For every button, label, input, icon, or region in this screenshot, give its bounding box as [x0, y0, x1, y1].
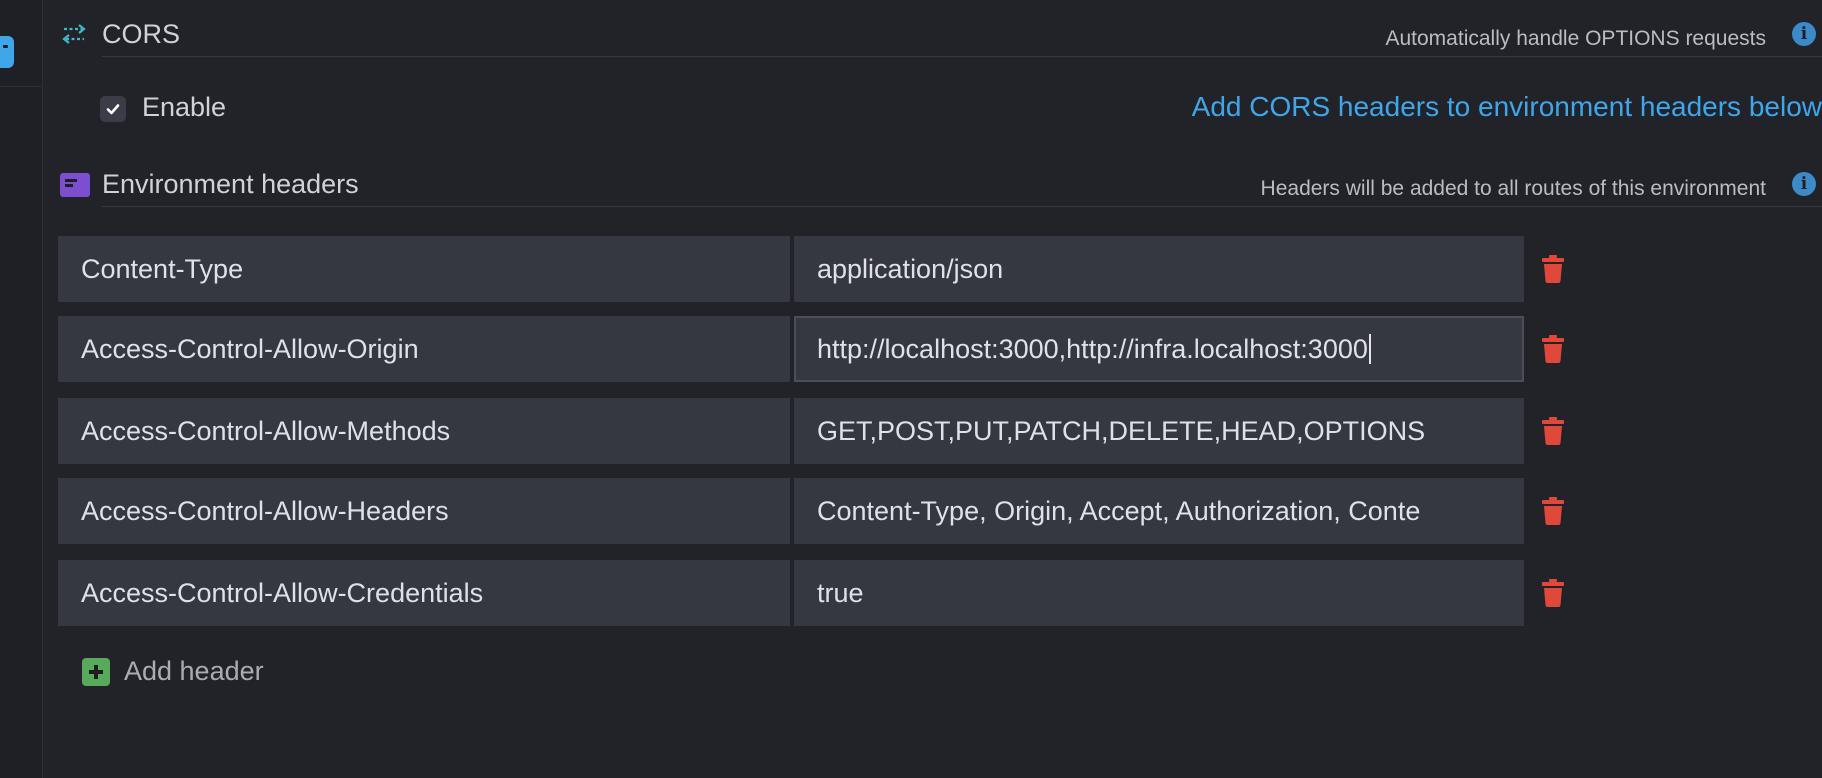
environment-settings-panel: CORS Automatically handle OPTIONS reques…: [42, 0, 1822, 778]
env-headers-section-header: Environment headers Headers will be adde…: [42, 166, 1822, 206]
env-headers-divider: [102, 206, 1822, 207]
cors-section-header: CORS Automatically handle OPTIONS reques…: [42, 16, 1822, 56]
header-name-input[interactable]: Access-Control-Allow-Headers: [58, 478, 790, 544]
trash-icon[interactable]: [1542, 335, 1564, 363]
header-name-input[interactable]: Content-Type: [58, 236, 790, 302]
header-value-input[interactable]: Content-Type, Origin, Accept, Authorizat…: [794, 478, 1524, 544]
cors-description: Automatically handle OPTIONS requests: [1385, 27, 1766, 50]
header-value-input[interactable]: GET,POST,PUT,PATCH,DELETE,HEAD,OPTIONS: [794, 398, 1524, 464]
header-name-input[interactable]: Access-Control-Allow-Methods: [58, 398, 790, 464]
env-headers-title: Environment headers: [102, 169, 359, 199]
left-rail: [0, 0, 43, 778]
add-cors-headers-link[interactable]: Add CORS headers to environment headers …: [1192, 91, 1822, 123]
text-caret: [1368, 333, 1371, 364]
rail-divider: [0, 86, 42, 87]
cors-enable-label[interactable]: Enable: [142, 92, 226, 123]
cors-divider: [102, 56, 1822, 57]
env-headers-description: Headers will be added to all routes of t…: [1260, 177, 1766, 200]
trash-icon[interactable]: [1542, 579, 1564, 607]
sidebar-active-tab[interactable]: [0, 36, 14, 68]
check-icon: [106, 104, 120, 115]
header-row: Content-Type application/json: [58, 236, 1598, 302]
trash-icon[interactable]: [1542, 255, 1564, 283]
header-value-text: http://localhost:3000,http://infra.local…: [817, 334, 1368, 364]
info-icon[interactable]: i: [1792, 172, 1816, 196]
header-name-input[interactable]: Access-Control-Allow-Credentials: [58, 560, 790, 626]
header-name-input[interactable]: Access-Control-Allow-Origin: [58, 316, 790, 382]
header-value-input[interactable]: http://localhost:3000,http://infra.local…: [794, 316, 1524, 382]
plus-square-icon: [82, 658, 110, 686]
add-header-label: Add header: [124, 656, 264, 686]
cors-title: CORS: [102, 19, 181, 49]
trash-icon[interactable]: [1542, 497, 1564, 525]
header-value-input[interactable]: true: [794, 560, 1524, 626]
info-icon[interactable]: i: [1792, 22, 1816, 46]
cors-enable-checkbox[interactable]: [100, 96, 126, 122]
header-row: Access-Control-Allow-Methods GET,POST,PU…: [58, 398, 1598, 464]
header-value-input[interactable]: application/json: [794, 236, 1524, 302]
headers-card-icon: [60, 173, 90, 197]
header-row: Access-Control-Allow-Origin http://local…: [58, 316, 1598, 382]
header-row: Access-Control-Allow-Headers Content-Typ…: [58, 478, 1598, 544]
header-row: Access-Control-Allow-Credentials true: [58, 560, 1598, 626]
arrows-left-right-icon: [60, 22, 90, 46]
trash-icon[interactable]: [1542, 417, 1564, 445]
